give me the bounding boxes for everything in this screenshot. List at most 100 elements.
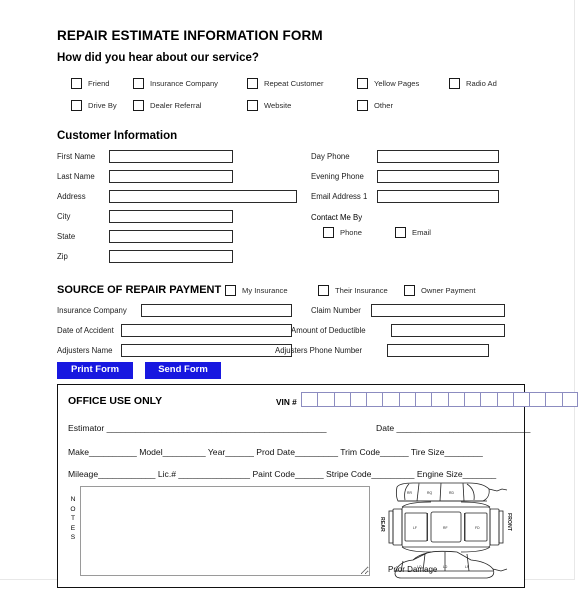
checkbox-box[interactable] bbox=[357, 100, 368, 111]
checkbox-drive-by[interactable]: Drive By bbox=[71, 100, 117, 111]
referral-row-2: Drive By Dealer Referral Website Other bbox=[57, 98, 525, 120]
checkbox-box[interactable] bbox=[395, 227, 406, 238]
checkbox-label: Email bbox=[412, 228, 431, 237]
checkbox-label: Drive By bbox=[88, 101, 117, 110]
field-label: Evening Phone bbox=[311, 172, 364, 181]
checkbox-box[interactable] bbox=[133, 78, 144, 89]
action-bar: Print Form Send Form bbox=[57, 362, 525, 384]
date-of-accident-input[interactable] bbox=[121, 324, 292, 337]
day-phone-input[interactable] bbox=[377, 150, 499, 163]
office-use-only-panel: OFFICE USE ONLY VIN # Estimator ________… bbox=[57, 384, 579, 588]
vin-cell[interactable] bbox=[366, 392, 383, 407]
vin-cell[interactable] bbox=[463, 392, 481, 407]
evening-phone-input[interactable] bbox=[377, 170, 499, 183]
checkbox-box[interactable] bbox=[318, 285, 329, 296]
checkbox-friend[interactable]: Friend bbox=[71, 78, 110, 89]
vin-cell[interactable] bbox=[496, 392, 513, 407]
checkbox-owner-payment[interactable]: Owner Payment bbox=[404, 285, 475, 296]
amount-of-deductible-input[interactable] bbox=[391, 324, 505, 337]
field-zip: Zip bbox=[57, 250, 233, 263]
checkbox-label: Their Insurance bbox=[335, 286, 388, 295]
customer-fields: First Name Last Name Address City State … bbox=[57, 150, 525, 282]
notes-textarea[interactable] bbox=[80, 486, 370, 576]
checkbox-label: Friend bbox=[88, 79, 110, 88]
last-name-input[interactable] bbox=[109, 170, 233, 183]
checkbox-box[interactable] bbox=[71, 100, 82, 111]
checkbox-label: Dealer Referral bbox=[150, 101, 202, 110]
field-last-name: Last Name bbox=[57, 170, 233, 183]
adjusters-phone-number-input[interactable] bbox=[387, 344, 489, 357]
field-label: City bbox=[57, 212, 71, 221]
diagram-front-label: FRONT bbox=[506, 513, 512, 531]
field-label: Insurance Company bbox=[57, 306, 127, 315]
contact-me-by-label: Contact Me By bbox=[311, 213, 363, 222]
svg-text:RF: RF bbox=[443, 526, 448, 530]
email-address-1-input[interactable] bbox=[377, 190, 499, 203]
vin-cell[interactable] bbox=[431, 392, 448, 407]
vin-cell[interactable] bbox=[301, 392, 318, 407]
checkbox-box[interactable] bbox=[247, 100, 258, 111]
checkbox-box[interactable] bbox=[71, 78, 82, 89]
field-label: Adjusters Name bbox=[57, 346, 113, 355]
insurance-company-input[interactable] bbox=[141, 304, 292, 317]
field-label: State bbox=[57, 232, 76, 241]
address-input[interactable] bbox=[109, 190, 297, 203]
vin-entry-boxes[interactable] bbox=[301, 392, 579, 407]
vin-cell[interactable] bbox=[415, 392, 432, 407]
checkbox-box[interactable] bbox=[404, 285, 415, 296]
checkbox-box[interactable] bbox=[225, 285, 236, 296]
checkbox-box[interactable] bbox=[323, 227, 334, 238]
field-label: Address bbox=[57, 192, 86, 201]
first-name-input[interactable] bbox=[109, 150, 233, 163]
checkbox-my-insurance[interactable]: My Insurance bbox=[225, 285, 288, 296]
checkbox-contact-phone[interactable]: Phone bbox=[323, 227, 362, 238]
referral-row-1: Friend Insurance Company Repeat Customer… bbox=[57, 76, 525, 98]
estimator-line: Estimator ______________________________… bbox=[68, 423, 327, 433]
checkbox-their-insurance[interactable]: Their Insurance bbox=[318, 285, 388, 296]
notes-label: NOTES bbox=[70, 496, 76, 541]
page-title: REPAIR ESTIMATE INFORMATION FORM bbox=[57, 28, 323, 43]
checkbox-box[interactable] bbox=[449, 78, 460, 89]
checkbox-other[interactable]: Other bbox=[357, 100, 393, 111]
field-label: Email Address 1 bbox=[311, 192, 368, 201]
field-insurance-company: Insurance Company bbox=[57, 304, 292, 317]
field-day-phone: Day Phone bbox=[311, 150, 499, 163]
checkbox-website[interactable]: Website bbox=[247, 100, 291, 111]
field-email-address-1: Email Address 1 bbox=[311, 190, 499, 203]
city-input[interactable] bbox=[109, 210, 233, 223]
svg-text:RQ: RQ bbox=[427, 491, 432, 495]
checkbox-contact-email[interactable]: Email bbox=[395, 227, 431, 238]
checkbox-repeat-customer[interactable]: Repeat Customer bbox=[247, 78, 324, 89]
contact-me-by-group: Contact Me By Phone Email bbox=[311, 213, 431, 247]
checkbox-radio-ad[interactable]: Radio Ad bbox=[449, 78, 497, 89]
vin-cell[interactable] bbox=[529, 392, 546, 407]
vin-cell[interactable] bbox=[545, 392, 562, 407]
svg-text:RR: RR bbox=[407, 491, 412, 495]
vin-label: VIN # bbox=[276, 397, 297, 407]
vin-cell[interactable] bbox=[561, 392, 579, 407]
checkbox-dealer-referral[interactable]: Dealer Referral bbox=[133, 100, 202, 111]
vin-cell[interactable] bbox=[317, 392, 334, 407]
print-form-button[interactable]: Print Form bbox=[57, 362, 133, 379]
checkbox-box[interactable] bbox=[133, 100, 144, 111]
send-form-button[interactable]: Send Form bbox=[145, 362, 221, 379]
state-input[interactable] bbox=[109, 230, 233, 243]
checkbox-box[interactable] bbox=[247, 78, 258, 89]
prior-damage-label: Prior Damage bbox=[388, 565, 438, 574]
claim-number-input[interactable] bbox=[371, 304, 505, 317]
vehicle-line-1: Make__________ Model_________ Year______… bbox=[68, 447, 483, 457]
vin-cell[interactable] bbox=[512, 392, 530, 407]
field-city: City bbox=[57, 210, 233, 223]
checkbox-yellow-pages[interactable]: Yellow Pages bbox=[357, 78, 419, 89]
vin-cell[interactable] bbox=[349, 392, 367, 407]
adjusters-name-input[interactable] bbox=[121, 344, 292, 357]
vin-cell[interactable] bbox=[382, 392, 399, 407]
vin-cell[interactable] bbox=[480, 392, 497, 407]
vin-cell[interactable] bbox=[398, 392, 416, 407]
zip-input[interactable] bbox=[109, 250, 233, 263]
checkbox-box[interactable] bbox=[357, 78, 368, 89]
vin-cell[interactable] bbox=[447, 392, 464, 407]
checkbox-insurance-company[interactable]: Insurance Company bbox=[133, 78, 218, 89]
vin-cell[interactable] bbox=[333, 392, 350, 407]
field-label: Amount of Deductible bbox=[291, 326, 366, 335]
